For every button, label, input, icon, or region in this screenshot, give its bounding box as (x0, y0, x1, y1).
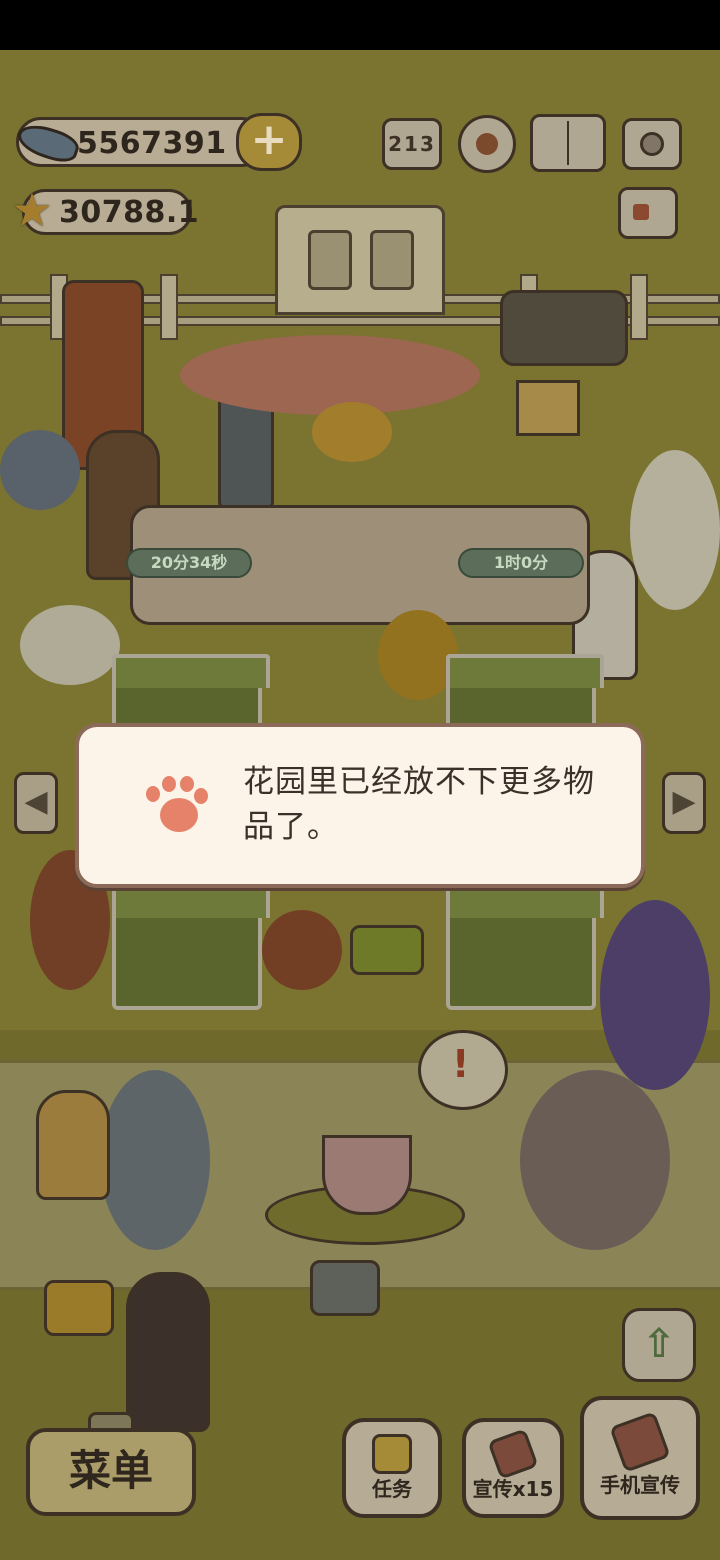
menu-button[interactable]: 菜单 (26, 1428, 196, 1516)
boar-figure[interactable] (126, 1272, 210, 1432)
fish-icon (13, 119, 83, 167)
promo-label: 宣传x15 (472, 1477, 554, 1501)
star-count: 30788.1 (59, 195, 200, 230)
tasks-label: 任务 (372, 1477, 412, 1501)
white-flower-bush (20, 605, 120, 685)
add-currency-button[interactable]: + (236, 113, 302, 171)
fish-pile-left (0, 430, 80, 510)
yellow-flower-bush (312, 402, 392, 462)
dialog-message: 花园里已经放不下更多物品了。 (243, 764, 595, 845)
catalog-book-icon (567, 121, 569, 165)
timer-badge-right: 1时0分 (458, 548, 584, 578)
fox-cat-figure[interactable] (36, 1090, 110, 1200)
fish-pile-bottom-right (520, 1070, 670, 1250)
timer-badge-left: 20分34秒 (126, 548, 252, 578)
watering-can[interactable] (310, 1260, 380, 1316)
cardboard-box-cat[interactable] (516, 380, 580, 436)
fish-count: 5567391 (77, 126, 227, 161)
promo-button[interactable]: 宣传x15 (462, 1418, 564, 1518)
tasks-button[interactable]: 任务 (342, 1418, 442, 1518)
white-flower-bush-right (630, 450, 720, 610)
greenhouse-bottom-right[interactable] (446, 884, 604, 1010)
status-bar (0, 0, 720, 50)
paw-icon (146, 776, 210, 836)
profile-button[interactable] (618, 187, 678, 239)
star-icon: ★ (11, 183, 53, 237)
camera-icon (640, 132, 664, 156)
phone-promo-button[interactable]: 手机宣传 (580, 1396, 700, 1520)
purple-flower-bush (600, 900, 710, 1090)
alert-mark: ! (452, 1042, 470, 1086)
previous-area-arrow[interactable]: ◀ (14, 772, 58, 834)
hay-bale[interactable] (350, 925, 424, 975)
teacup-fountain[interactable] (322, 1135, 412, 1215)
next-area-arrow[interactable]: ▶ (662, 772, 706, 834)
profile-card-icon (633, 204, 649, 220)
settings-gear-icon (476, 133, 498, 155)
phone-promo-label: 手机宣传 (600, 1473, 680, 1497)
pink-flower-bush (180, 335, 480, 415)
promo-phone-icon (487, 1428, 539, 1480)
phone-promo-icon (609, 1411, 671, 1473)
fish-currency: 5567391 (13, 117, 266, 167)
fish-pile-bottom-left (100, 1070, 210, 1250)
settings-button[interactable] (458, 115, 516, 173)
bbq-grill[interactable] (500, 290, 628, 366)
watering-can-left[interactable] (44, 1280, 114, 1336)
ranking-icon: 213 (388, 132, 436, 156)
orange-fruit-bush-center (262, 910, 342, 990)
checklist-icon (372, 1434, 412, 1474)
ranking-button[interactable]: 213 (382, 118, 442, 170)
collapse-up-button[interactable]: ⇧ (622, 1308, 696, 1382)
garden-gate[interactable] (275, 205, 445, 315)
greenhouse-bottom-left[interactable] (112, 884, 270, 1010)
catalog-button[interactable] (530, 114, 606, 172)
camera-button[interactable] (622, 118, 682, 170)
